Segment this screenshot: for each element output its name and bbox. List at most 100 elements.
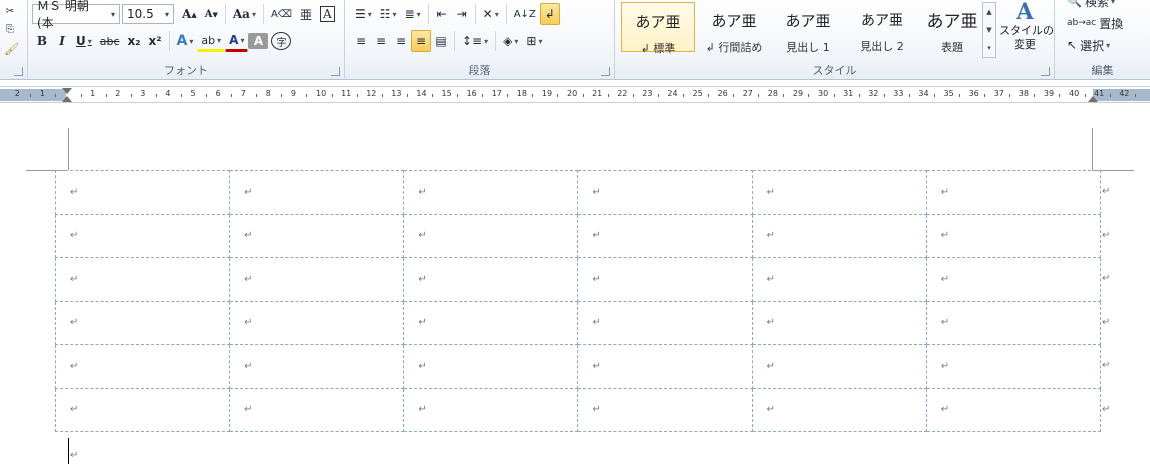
shading-icon[interactable]: ◈ bbox=[499, 30, 522, 52]
table-cell[interactable]: ↵ bbox=[925, 300, 1102, 345]
table-cell[interactable]: ↵ bbox=[229, 387, 405, 432]
table-cell[interactable]: ↵ bbox=[751, 170, 927, 215]
copy-icon[interactable]: ⎘ bbox=[0, 18, 20, 40]
table-cell[interactable]: ↵ bbox=[403, 300, 579, 345]
hanging-indent-marker[interactable] bbox=[62, 96, 72, 102]
superscript-button[interactable]: x² bbox=[145, 30, 166, 52]
table-cell[interactable]: ↵ bbox=[229, 300, 405, 345]
char-border-button[interactable]: A bbox=[316, 3, 339, 25]
show-marks-icon[interactable]: ↲ bbox=[539, 3, 560, 25]
style-heading-2[interactable]: あア亜 見出し 2 bbox=[845, 2, 919, 53]
strikethrough-button[interactable]: abc bbox=[96, 30, 124, 52]
style-heading-1[interactable]: あア亜 見出し 1 bbox=[771, 2, 845, 54]
table-cell[interactable]: ↵ bbox=[577, 213, 753, 258]
ruler-number: 18 bbox=[516, 89, 527, 98]
distribute-icon[interactable]: ▤ bbox=[431, 30, 451, 52]
table-cell[interactable]: ↵ bbox=[403, 213, 579, 258]
table-cell[interactable]: ↵ bbox=[229, 257, 405, 302]
justify-icon[interactable]: ≡ bbox=[411, 30, 431, 52]
document-page[interactable]: ↵ ↵ ↵ ↵ ↵ ↵ ↵ ↵ ↵ ↵ ↵ ↵ ↵ ↵ ↵ ↵ ↵ ↵ ↵ ↵ ↵ ↵ ↵ ↵ ↵ ↵ ↵ ↵ ↵ ↵ ↵ ↵ ↵ ↵ ↵ ↵ ↵ ↵ ↵… bbox=[0, 104, 1150, 476]
subscript-button[interactable]: x₂ bbox=[124, 30, 145, 52]
table-cell[interactable]: ↵ bbox=[925, 170, 1102, 215]
multilevel-list-icon[interactable]: ≣ bbox=[401, 3, 425, 25]
document-table[interactable]: ↵ ↵ ↵ ↵ ↵ ↵ ↵ ↵ ↵ ↵ ↵ ↵ ↵ ↵ ↵ ↵ ↵ ↵ ↵ ↵ ↵ ↵ ↵ ↵ ↵ ↵ ↵ ↵ ↵ ↵ ↵ ↵ ↵ ↵ ↵ ↵ bbox=[54, 170, 1102, 432]
horizontal-ruler[interactable]: 2 1 1 2 3 4 5 6 7 8 9 10 11 12 13 14 15 16 17 18 19 20 21 22 23 2… bbox=[0, 86, 1150, 103]
borders-icon[interactable]: ⊞ bbox=[522, 30, 546, 52]
font-size-combo[interactable]: 10.5 ▾ bbox=[122, 4, 174, 24]
char-shading-button[interactable]: A bbox=[248, 33, 269, 49]
table-cell[interactable]: ↵ bbox=[925, 387, 1102, 432]
table-cell[interactable]: ↵ bbox=[751, 387, 927, 432]
chevron-up-icon[interactable]: ▲ bbox=[983, 3, 995, 21]
italic-button[interactable]: I bbox=[52, 30, 72, 52]
separator bbox=[495, 31, 497, 51]
gallery-more-icon[interactable]: ▾ bbox=[983, 39, 995, 57]
table-cell[interactable]: ↵ bbox=[403, 344, 579, 389]
ruler-number: 5 bbox=[190, 89, 196, 98]
clear-format-icon[interactable]: A⌫ bbox=[267, 3, 296, 25]
first-line-indent-marker[interactable] bbox=[62, 88, 72, 94]
font-color-button[interactable]: A bbox=[225, 30, 249, 52]
chevron-down-icon[interactable]: ▼ bbox=[983, 21, 995, 39]
bold-button[interactable]: B bbox=[32, 30, 52, 52]
align-center-icon[interactable]: ≡ bbox=[371, 30, 391, 52]
table-cell[interactable]: ↵ bbox=[229, 344, 405, 389]
table-cell[interactable]: ↵ bbox=[403, 170, 579, 215]
styles-launcher-icon[interactable] bbox=[1041, 67, 1050, 76]
table-cell[interactable]: ↵ bbox=[54, 257, 231, 302]
change-styles-button[interactable]: A スタイルの 変更 bbox=[999, 0, 1054, 52]
align-left-icon[interactable]: ≡ bbox=[351, 30, 371, 52]
table-cell[interactable]: ↵ bbox=[751, 257, 927, 302]
find-button[interactable]: 🔍 検索 bbox=[1063, 0, 1119, 12]
clipboard-launcher-icon[interactable] bbox=[14, 67, 23, 76]
decrease-indent-icon[interactable]: ⇤ bbox=[432, 3, 452, 25]
increase-indent-icon[interactable]: ⇥ bbox=[452, 3, 472, 25]
table-cell[interactable]: ↵ bbox=[403, 387, 579, 432]
bullets-icon[interactable]: ☰ bbox=[351, 3, 376, 25]
table-cell[interactable]: ↵ bbox=[577, 344, 753, 389]
style-no-spacing[interactable]: あア亜 ↲ 行間詰め bbox=[697, 2, 771, 54]
style-title[interactable]: あア亜 表題 bbox=[915, 2, 989, 54]
table-cell[interactable]: ↵ bbox=[751, 300, 927, 345]
underline-button[interactable]: U bbox=[72, 30, 96, 52]
table-cell[interactable]: ↵ bbox=[54, 300, 231, 345]
align-right-icon[interactable]: ≡ bbox=[391, 30, 411, 52]
ruby-button[interactable]: 亜 bbox=[296, 3, 316, 25]
table-cell[interactable]: ↵ bbox=[925, 257, 1102, 302]
table-cell[interactable]: ↵ bbox=[54, 213, 231, 258]
select-button[interactable]: ↖ 選択 bbox=[1063, 34, 1114, 56]
table-cell[interactable]: ↵ bbox=[577, 387, 753, 432]
asian-layout-icon[interactable]: ✕ bbox=[479, 3, 503, 25]
format-painter-icon[interactable]: 🖌 bbox=[0, 38, 23, 60]
table-cell[interactable]: ↵ bbox=[577, 257, 753, 302]
font-launcher-icon[interactable] bbox=[331, 67, 340, 76]
table-cell[interactable]: ↵ bbox=[751, 213, 927, 258]
table-cell[interactable]: ↵ bbox=[577, 300, 753, 345]
table-cell[interactable]: ↵ bbox=[229, 170, 405, 215]
shrink-font-button[interactable]: A ▼ bbox=[201, 3, 222, 25]
change-case-button[interactable]: Aa bbox=[229, 3, 260, 25]
enclose-char-button[interactable]: 字 bbox=[271, 32, 292, 50]
gallery-scroll[interactable]: ▲ ▼ ▾ bbox=[982, 2, 996, 58]
paragraph-launcher-icon[interactable] bbox=[601, 67, 610, 76]
style-normal[interactable]: あア亜 ↲ 標準 bbox=[621, 2, 695, 55]
text-effect-button[interactable]: A bbox=[173, 30, 198, 52]
table-cell[interactable]: ↵ bbox=[925, 213, 1102, 258]
table-cell[interactable]: ↵ bbox=[54, 170, 231, 215]
replace-button[interactable]: ab→ac 置換 bbox=[1063, 12, 1127, 34]
highlight-button[interactable]: ab bbox=[197, 30, 226, 52]
table-cell[interactable]: ↵ bbox=[751, 344, 927, 389]
table-cell[interactable]: ↵ bbox=[229, 213, 405, 258]
ruler-number: 35 bbox=[943, 89, 954, 98]
font-name-combo[interactable]: ＭＳ 明朝 (本 ▾ bbox=[32, 0, 120, 30]
grow-font-button[interactable]: A ▲ bbox=[178, 3, 201, 25]
sort-icon[interactable]: A↓Z bbox=[510, 3, 540, 25]
table-cell[interactable]: ↵ bbox=[54, 344, 231, 389]
table-cell[interactable]: ↵ bbox=[925, 344, 1102, 389]
ruler-number: 1 bbox=[90, 89, 96, 98]
table-cell[interactable]: ↵ bbox=[403, 257, 579, 302]
table-cell[interactable]: ↵ bbox=[54, 387, 231, 432]
table-cell[interactable]: ↵ bbox=[577, 170, 753, 215]
line-spacing-icon[interactable]: ↕≡ bbox=[458, 30, 492, 52]
numbering-icon[interactable]: ☷ bbox=[376, 3, 401, 25]
